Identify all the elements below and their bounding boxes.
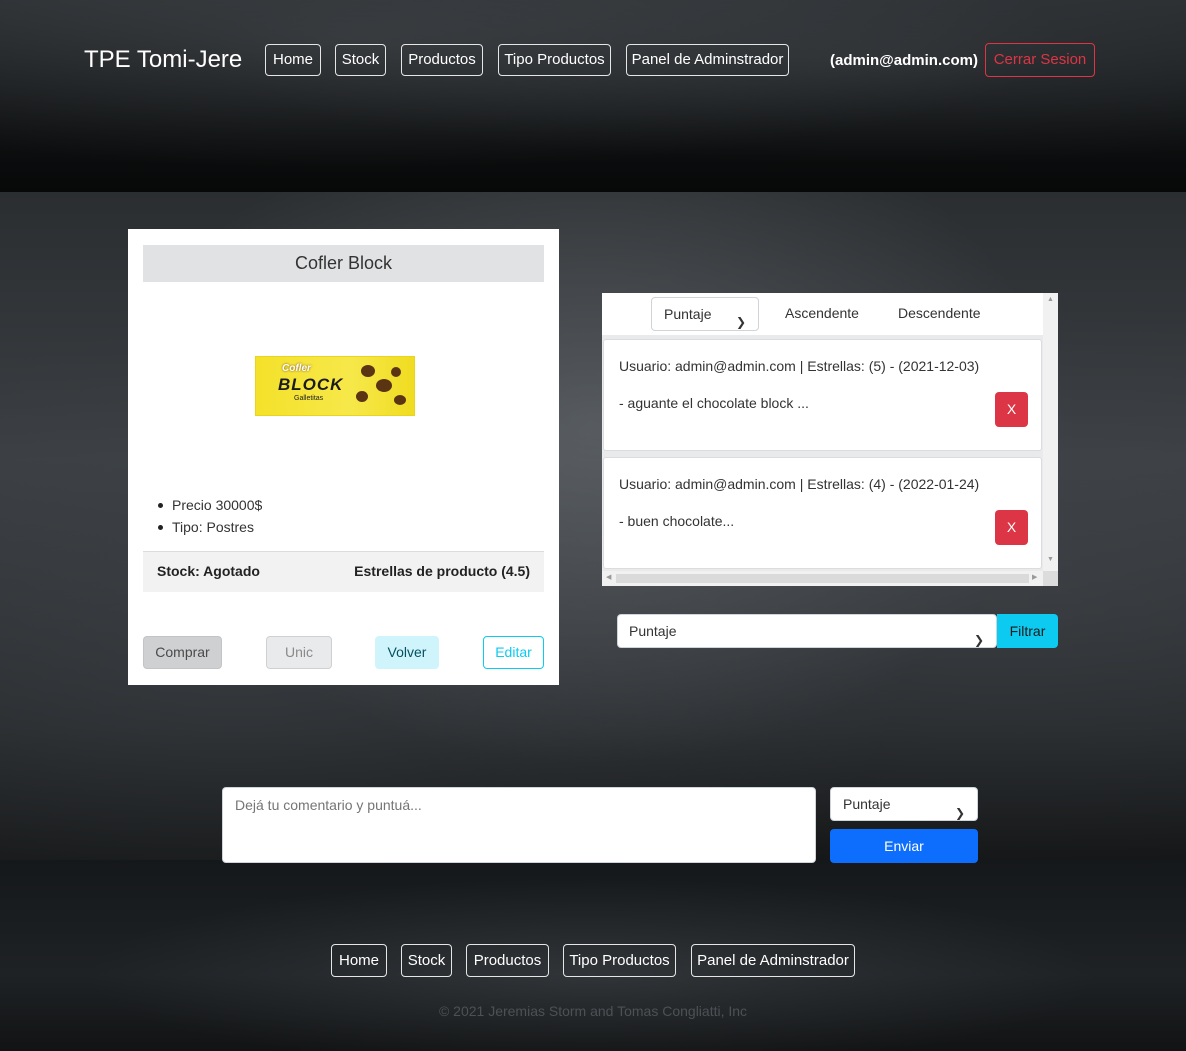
footer-nav-panel-administrador[interactable]: Panel de Adminstrador <box>691 944 855 977</box>
footer-nav-home[interactable]: Home <box>331 944 387 977</box>
sort-ascendente[interactable]: Ascendente <box>785 305 859 321</box>
spec-price: Precio 30000$ <box>157 494 262 516</box>
stock-status: Stock: Agotado <box>157 563 260 579</box>
delete-comment-button[interactable]: X <box>995 510 1028 545</box>
back-button[interactable]: Volver <box>375 636 439 669</box>
choco-chip <box>361 365 375 377</box>
product-card: Cofler Block Cofler BLOCK Galletitas Pre… <box>128 229 559 685</box>
rating-select[interactable]: Puntaje ❯ <box>830 787 978 821</box>
comment-input[interactable] <box>222 787 816 863</box>
filter-select[interactable]: Puntaje ❯ <box>617 614 997 648</box>
product-specs: Precio 30000$ Tipo: Postres <box>157 494 262 538</box>
product-image-brand: Cofler <box>282 363 311 374</box>
sort-descendente[interactable]: Descendente <box>898 305 981 321</box>
choco-chip <box>356 391 368 402</box>
choco-chip <box>394 395 406 405</box>
nav-panel-administrador[interactable]: Panel de Adminstrador <box>626 44 789 76</box>
scrollbar-corner <box>1043 571 1058 586</box>
footer-nav-stock[interactable]: Stock <box>401 944 452 977</box>
buy-button[interactable]: Comprar <box>143 636 222 669</box>
comment-text: - buen chocolate... <box>619 513 735 529</box>
scroll-down-icon[interactable]: ▼ <box>1047 556 1054 563</box>
sort-select[interactable]: Puntaje ❯ <box>651 297 759 331</box>
choco-chip <box>376 379 392 392</box>
scroll-up-icon[interactable]: ▲ <box>1047 296 1054 303</box>
choco-chip <box>391 367 401 377</box>
footer-nav-productos[interactable]: Productos <box>466 944 549 977</box>
nav-home[interactable]: Home <box>265 44 321 76</box>
product-image-name: BLOCK <box>278 375 344 394</box>
product-image-sub: Galletitas <box>294 395 324 402</box>
sort-bar: Puntaje ❯ Ascendente Descendente <box>602 293 1043 335</box>
filter-button[interactable]: Filtrar <box>997 614 1058 648</box>
unic-button[interactable]: Unic <box>266 636 332 669</box>
nav-tipo-productos[interactable]: Tipo Productos <box>498 44 611 76</box>
logout-button[interactable]: Cerrar Sesion <box>985 43 1095 77</box>
horizontal-scrollbar[interactable]: ◀ ▶ <box>602 571 1043 586</box>
comment-meta: Usuario: admin@admin.com | Estrellas: (5… <box>619 358 980 374</box>
product-rating: Estrellas de producto (4.5) <box>354 563 530 579</box>
product-image: Cofler BLOCK Galletitas <box>255 356 415 416</box>
nav-productos[interactable]: Productos <box>401 44 483 76</box>
sort-select-value: Puntaje <box>664 306 712 322</box>
chevron-down-icon: ❯ <box>735 315 746 329</box>
footer-nav-tipo-productos[interactable]: Tipo Productos <box>563 944 676 977</box>
comment-card: Usuario: admin@admin.com | Estrellas: (4… <box>603 457 1042 569</box>
scrollbar-thumb[interactable] <box>616 574 1029 583</box>
edit-button[interactable]: Editar <box>483 636 544 669</box>
chevron-down-icon: ❯ <box>973 633 984 647</box>
comment-text: - aguante el chocolate block ... <box>619 395 809 411</box>
nav-stock[interactable]: Stock <box>335 44 386 76</box>
brand-title[interactable]: TPE Tomi-Jere <box>84 46 242 74</box>
copyright: © 2021 Jeremias Storm and Tomas Congliat… <box>438 1003 748 1019</box>
filter-select-value: Puntaje <box>629 623 677 639</box>
spec-type: Tipo: Postres <box>157 516 262 538</box>
chevron-down-icon: ❯ <box>954 806 965 820</box>
comment-meta: Usuario: admin@admin.com | Estrellas: (4… <box>619 476 980 492</box>
scroll-right-icon[interactable]: ▶ <box>1032 573 1037 581</box>
product-title: Cofler Block <box>143 245 544 282</box>
comments-panel: Puntaje ❯ Ascendente Descendente Usuario… <box>602 293 1058 586</box>
rating-select-value: Puntaje <box>843 796 891 812</box>
user-email: (admin@admin.com) <box>830 52 978 69</box>
comment-card: Usuario: admin@admin.com | Estrellas: (5… <box>603 339 1042 451</box>
product-card-footer: Stock: Agotado Estrellas de producto (4.… <box>143 551 544 592</box>
header-background <box>0 0 1186 192</box>
vertical-scrollbar[interactable]: ▲ ▼ <box>1043 293 1058 571</box>
scroll-left-icon[interactable]: ◀ <box>606 573 611 581</box>
send-button[interactable]: Enviar <box>830 829 978 863</box>
delete-comment-button[interactable]: X <box>995 392 1028 427</box>
